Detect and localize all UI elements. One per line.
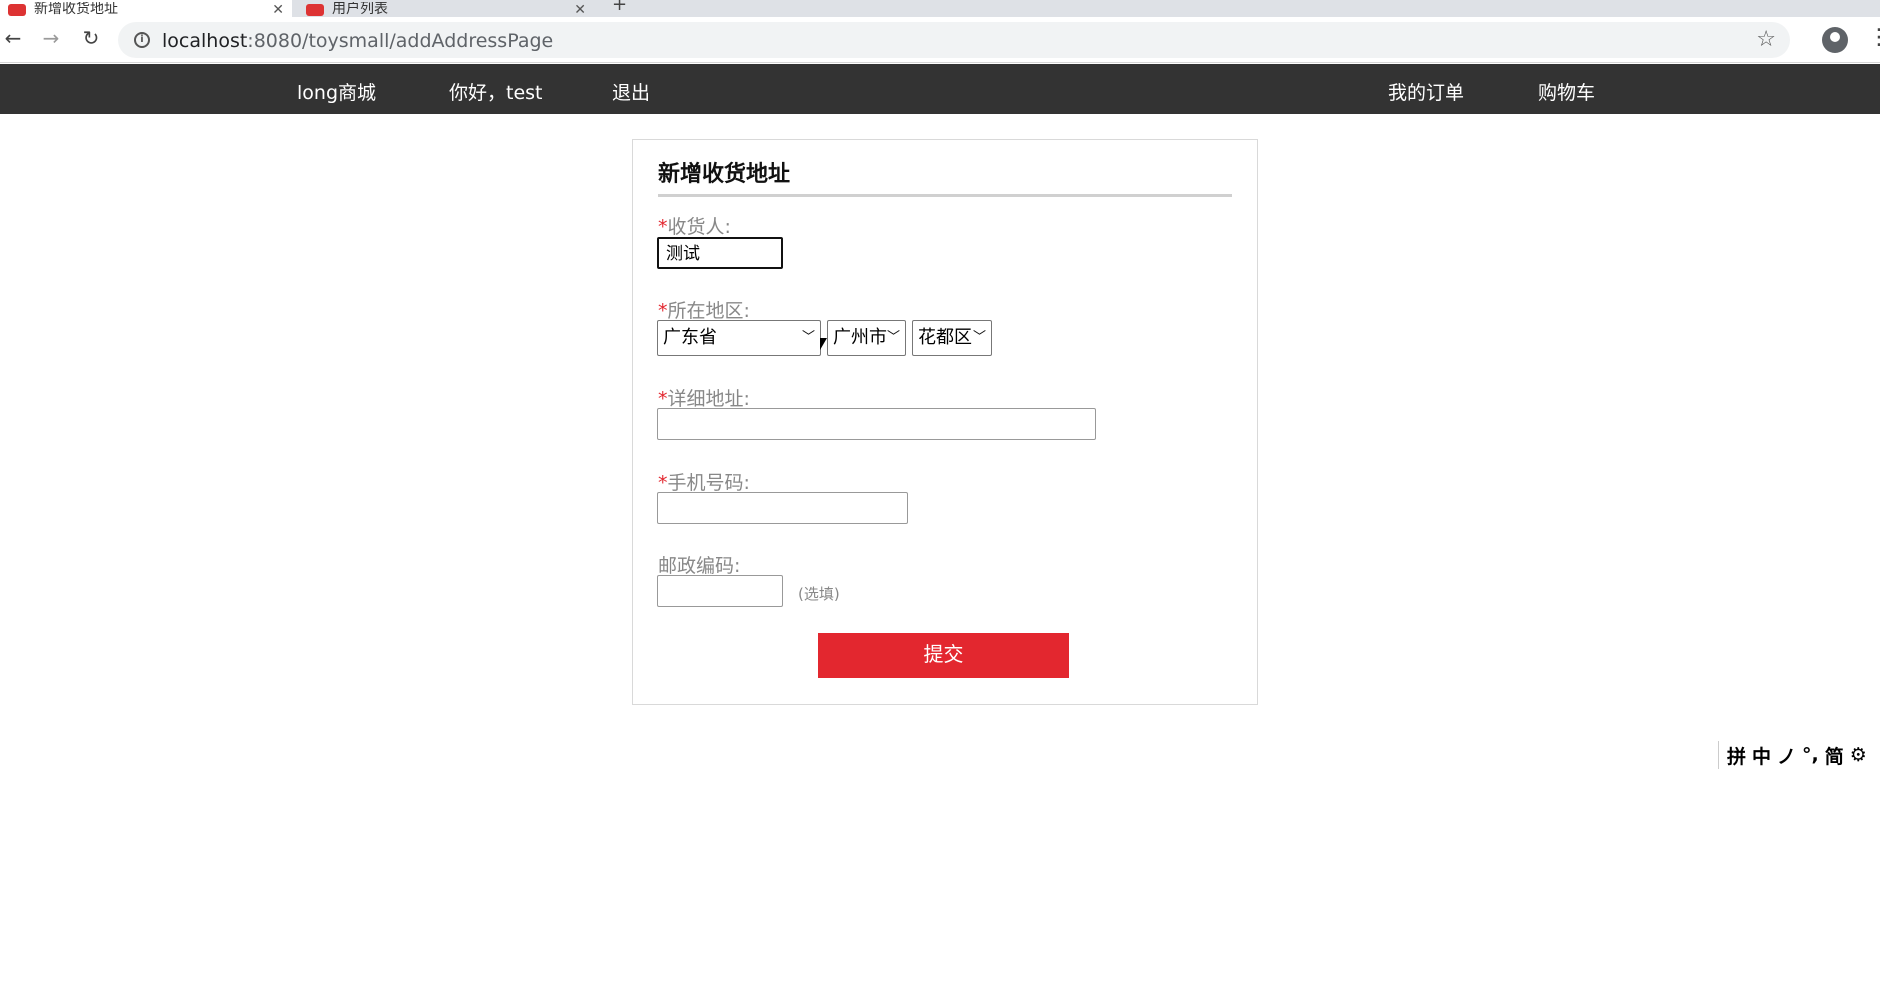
region-label: *所在地区:: [658, 296, 750, 323]
site-favicon-icon: [8, 4, 26, 16]
site-favicon-icon: [306, 4, 324, 16]
tab-title: 新增收货地址: [34, 2, 118, 16]
postcode-optional-hint: (选填): [798, 585, 840, 603]
browser-tab-active[interactable]: 新增收货地址 ✕: [0, 0, 292, 17]
chevron-down-icon: ﹀: [972, 330, 986, 345]
address-label: *详细地址:: [658, 384, 750, 411]
mouse-cursor-icon: [820, 338, 827, 350]
ime-halfwidth-icon[interactable]: ノ: [1777, 742, 1796, 769]
tab-title: 用户列表: [332, 2, 388, 16]
browser-tab[interactable]: 用户列表 ✕: [298, 0, 594, 17]
address-input[interactable]: [657, 408, 1096, 440]
receiver-label: *收货人:: [658, 212, 731, 239]
submit-button[interactable]: 提交: [818, 633, 1069, 678]
back-arrow-icon[interactable]: ←: [0, 25, 26, 51]
receiver-input[interactable]: 测试: [657, 237, 783, 269]
reload-icon[interactable]: ↻: [78, 25, 104, 51]
required-mark: *: [658, 300, 668, 322]
phone-label: *手机号码:: [658, 468, 750, 495]
required-mark: *: [658, 472, 668, 494]
greeting-link[interactable]: 你好，test: [449, 78, 543, 105]
city-value: 广州市: [833, 327, 887, 348]
url-host: localhost: [162, 30, 248, 52]
postcode-label: 邮政编码:: [658, 555, 741, 577]
receiver-label-text: 收货人:: [667, 216, 731, 238]
ime-status-bar: 拼 中 ノ °, 简 ⚙: [1718, 741, 1880, 769]
site-header: long商城 你好，test 退出 我的订单 购物车: [0, 64, 1880, 114]
city-select[interactable]: 广州市 ﹀: [827, 320, 906, 356]
title-divider: [658, 194, 1232, 197]
browser-toolbar: ← → ↻ i localhost:8080/toysmall/addAddre…: [0, 17, 1880, 63]
required-mark: *: [658, 216, 668, 238]
url-path: :8080/toysmall/addAddressPage: [247, 30, 554, 52]
address-bar[interactable]: i localhost:8080/toysmall/addAddressPage…: [118, 22, 1790, 58]
cart-link[interactable]: 购物车: [1538, 78, 1595, 105]
chevron-down-icon: ﹀: [886, 330, 900, 345]
kebab-menu-icon[interactable]: ⋮: [1868, 25, 1880, 51]
url-text[interactable]: localhost:8080/toysmall/addAddressPage: [162, 30, 553, 52]
ime-simplified-icon[interactable]: 简: [1825, 742, 1844, 769]
province-select[interactable]: 广东省 ﹀: [657, 320, 821, 356]
region-label-text: 所在地区:: [667, 300, 750, 322]
ime-punctuation-icon[interactable]: °,: [1802, 744, 1819, 766]
forward-arrow-icon[interactable]: →: [38, 25, 64, 51]
brand-link[interactable]: long商城: [297, 78, 376, 105]
postcode-input[interactable]: [657, 575, 783, 607]
form-title: 新增收货地址: [658, 162, 791, 187]
province-value: 广东省: [663, 327, 717, 348]
profile-avatar-icon[interactable]: [1822, 27, 1848, 53]
chevron-down-icon: ﹀: [801, 330, 815, 345]
info-icon[interactable]: i: [134, 32, 150, 48]
ime-pinyin-icon[interactable]: 拼: [1727, 742, 1746, 769]
phone-label-text: 手机号码:: [667, 472, 750, 494]
address-label-text: 详细地址:: [667, 388, 750, 410]
bookmark-star-icon[interactable]: ☆: [1756, 27, 1776, 52]
district-value: 花都区: [918, 327, 972, 348]
district-select[interactable]: 花都区 ﹀: [912, 320, 992, 356]
ime-settings-gear-icon[interactable]: ⚙: [1850, 744, 1867, 766]
my-orders-link[interactable]: 我的订单: [1388, 78, 1464, 105]
close-icon[interactable]: ✕: [574, 3, 586, 17]
required-mark: *: [658, 388, 668, 410]
logout-link[interactable]: 退出: [612, 78, 650, 105]
close-icon[interactable]: ✕: [272, 3, 284, 17]
new-tab-icon[interactable]: +: [612, 0, 627, 14]
browser-tab-strip: 新增收货地址 ✕ 用户列表 ✕ +: [0, 0, 1880, 17]
ime-chinese-mode-icon[interactable]: 中: [1752, 742, 1771, 769]
phone-input[interactable]: [657, 492, 908, 524]
